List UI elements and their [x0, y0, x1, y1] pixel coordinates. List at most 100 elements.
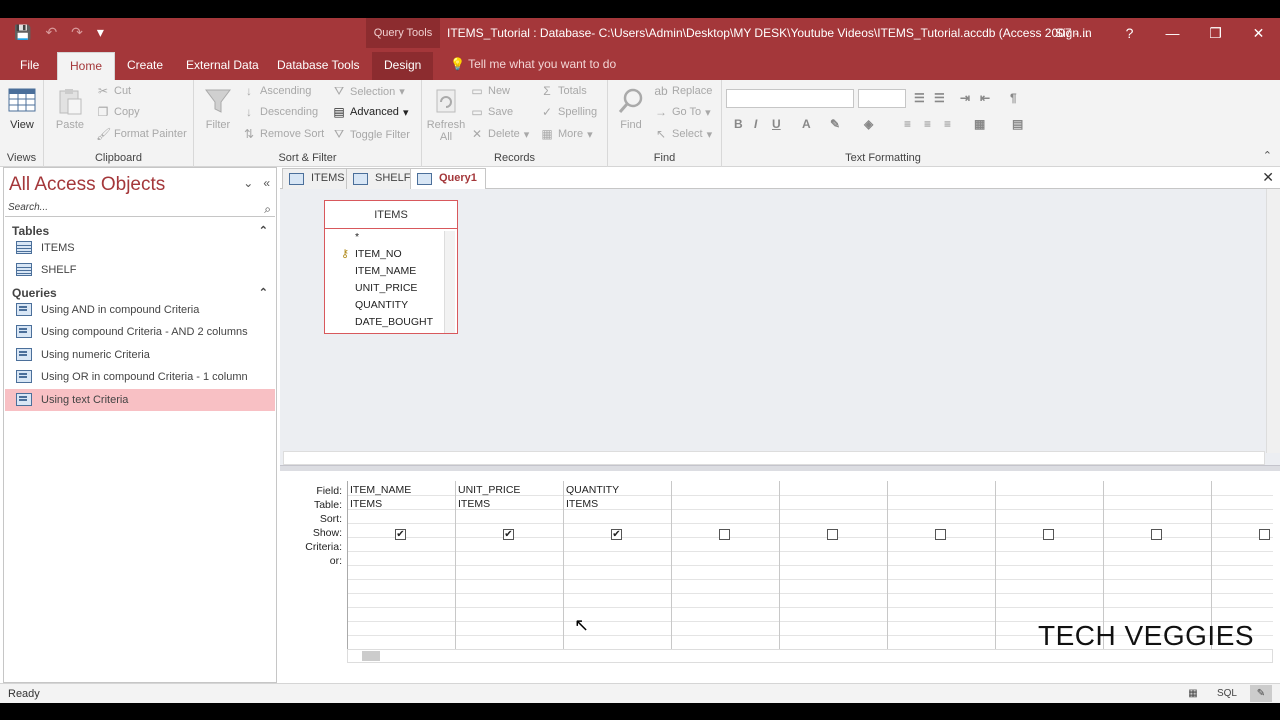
highlight-icon[interactable]: ✎: [830, 117, 840, 131]
align-center-icon[interactable]: ≡: [924, 117, 931, 131]
queries-section-header[interactable]: Queries ⌃: [12, 286, 268, 300]
replace-button[interactable]: ab Replace: [654, 84, 712, 98]
grid-field-cell[interactable]: UNIT_PRICE: [458, 484, 520, 496]
nav-menu-icon[interactable]: ⌄: [243, 176, 253, 190]
spelling-button[interactable]: ✓ Spelling: [540, 105, 597, 119]
show-checkbox[interactable]: [719, 529, 730, 540]
undo-icon[interactable]: ↶: [45, 24, 57, 41]
grid-field-cell[interactable]: QUANTITY: [566, 484, 619, 496]
field-all[interactable]: *: [355, 231, 359, 243]
fill-color-icon[interactable]: ◈: [864, 117, 873, 131]
paste-button[interactable]: Paste: [52, 86, 88, 131]
grid-field-cell[interactable]: ITEM_NAME: [350, 484, 411, 496]
scroll-thumb[interactable]: [362, 651, 380, 661]
copy-button[interactable]: ❐ Copy: [96, 105, 140, 119]
tab-home[interactable]: Home: [57, 52, 116, 80]
tab-database-tools[interactable]: Database Tools: [265, 52, 372, 80]
tab-create[interactable]: Create: [115, 52, 175, 80]
italic-button[interactable]: I: [754, 117, 757, 131]
nav-query-or-compound[interactable]: Using OR in compound Criteria - 1 column: [5, 366, 275, 388]
doc-tab-shelf[interactable]: SHELF: [346, 168, 420, 189]
field-item-name[interactable]: ITEM_NAME: [355, 265, 416, 277]
nav-query-numeric[interactable]: Using numeric Criteria: [5, 344, 275, 366]
show-checkbox[interactable]: [827, 529, 838, 540]
tab-design[interactable]: Design: [372, 52, 434, 80]
grid-column[interactable]: [888, 481, 996, 661]
restore-button[interactable]: ❐: [1194, 18, 1237, 48]
totals-button[interactable]: Σ Totals: [540, 84, 586, 98]
minimize-button[interactable]: —: [1151, 18, 1194, 48]
design-view-button[interactable]: ✎: [1250, 685, 1272, 702]
show-checkbox[interactable]: [1043, 529, 1054, 540]
cut-button[interactable]: ✂ Cut: [96, 84, 131, 98]
sql-view-button[interactable]: SQL: [1216, 685, 1238, 702]
doc-tab-items[interactable]: ITEMS: [282, 168, 354, 189]
close-button[interactable]: ✕: [1237, 18, 1280, 48]
go-to-button[interactable]: → Go To ▾: [654, 105, 711, 119]
nav-query-text-criteria[interactable]: Using text Criteria: [5, 389, 275, 411]
show-checkbox[interactable]: ✔: [611, 529, 622, 540]
filter-button[interactable]: Filter: [200, 86, 236, 131]
show-checkbox[interactable]: [1259, 529, 1270, 540]
font-size-combo[interactable]: [858, 89, 906, 108]
nav-table-shelf[interactable]: SHELF: [5, 259, 275, 281]
font-name-combo[interactable]: [726, 89, 854, 108]
customize-qat-icon[interactable]: ▾: [97, 24, 104, 41]
tab-file[interactable]: File: [8, 52, 51, 80]
grid-column[interactable]: UNIT_PRICE ITEMS ✔: [456, 481, 564, 661]
redo-icon[interactable]: ↷: [71, 24, 83, 41]
numbering-icon[interactable]: ☰: [934, 91, 945, 105]
view-button[interactable]: View: [4, 86, 40, 131]
gridlines-icon[interactable]: ▦: [974, 117, 985, 131]
doc-tab-query1[interactable]: Query1: [410, 168, 486, 190]
save-record-button[interactable]: ▭ Save: [470, 105, 513, 119]
help-button[interactable]: ?: [1108, 18, 1151, 48]
paragraph-direction-icon[interactable]: ¶: [1010, 91, 1017, 105]
refresh-all-button[interactable]: Refresh All: [426, 86, 466, 143]
grid-table-cell[interactable]: ITEMS: [566, 498, 598, 510]
bold-button[interactable]: B: [734, 117, 743, 131]
upper-horizontal-scrollbar[interactable]: [283, 451, 1265, 465]
delete-record-button[interactable]: ✕ Delete ▾: [470, 127, 529, 141]
nav-search-input[interactable]: Search... ⌕: [5, 200, 275, 217]
remove-sort-button[interactable]: ⇅ Remove Sort: [242, 127, 324, 141]
field-quantity[interactable]: QUANTITY: [355, 299, 408, 311]
field-unit-price[interactable]: UNIT_PRICE: [355, 282, 417, 294]
datasheet-view-button[interactable]: ▦: [1182, 685, 1204, 702]
grid-column[interactable]: [780, 481, 888, 661]
more-button[interactable]: ▦ More ▾: [540, 127, 592, 141]
field-list-scrollbar[interactable]: [444, 231, 455, 333]
underline-button[interactable]: U: [772, 117, 781, 131]
toggle-filter-button[interactable]: ⛛ Toggle Filter: [332, 127, 410, 142]
align-left-icon[interactable]: ≡: [904, 117, 911, 131]
close-document-icon[interactable]: ✕: [1262, 169, 1274, 186]
tell-me-box[interactable]: 💡 Tell me what you want to do: [450, 57, 616, 71]
grid-column[interactable]: ITEM_NAME ITEMS ✔: [348, 481, 456, 661]
descending-button[interactable]: ↓ Descending: [242, 105, 318, 119]
grid-table-cell[interactable]: ITEMS: [350, 498, 382, 510]
nav-query-compound-and-2[interactable]: Using compound Criteria - AND 2 columns: [5, 321, 275, 343]
selection-button[interactable]: ⛛ Selection ▾: [332, 84, 405, 99]
field-list-title[interactable]: ITEMS: [325, 201, 457, 229]
nav-query-and-compound[interactable]: Using AND in compound Criteria: [5, 299, 275, 321]
bullets-icon[interactable]: ☰: [914, 91, 925, 105]
tab-external-data[interactable]: External Data: [174, 52, 271, 80]
advanced-button[interactable]: ▤ Advanced ▾: [332, 105, 408, 119]
field-item-no[interactable]: ITEM_NO: [355, 248, 402, 260]
increase-indent-icon[interactable]: ⇥: [960, 91, 970, 105]
nav-table-items[interactable]: ITEMS: [5, 237, 275, 259]
search-icon[interactable]: ⌕: [264, 201, 271, 217]
sign-in-link[interactable]: Sign in: [1055, 26, 1092, 40]
show-checkbox[interactable]: [935, 529, 946, 540]
new-record-button[interactable]: ▭ New: [470, 84, 510, 98]
grid-table-cell[interactable]: ITEMS: [458, 498, 490, 510]
tables-section-header[interactable]: Tables ⌃: [12, 224, 268, 238]
upper-vertical-scrollbar[interactable]: [1266, 189, 1280, 453]
ascending-button[interactable]: ↓ Ascending: [242, 84, 311, 98]
font-color-icon[interactable]: A: [802, 117, 811, 131]
show-checkbox[interactable]: [1151, 529, 1162, 540]
alternate-row-color-icon[interactable]: ▤: [1012, 117, 1023, 131]
format-painter-button[interactable]: 🖌 Format Painter: [96, 127, 187, 141]
grid-column[interactable]: [672, 481, 780, 661]
field-list-items[interactable]: ITEMS * ⚷ ITEM_NO ITEM_NAME UNIT_PRICE Q…: [324, 200, 458, 334]
